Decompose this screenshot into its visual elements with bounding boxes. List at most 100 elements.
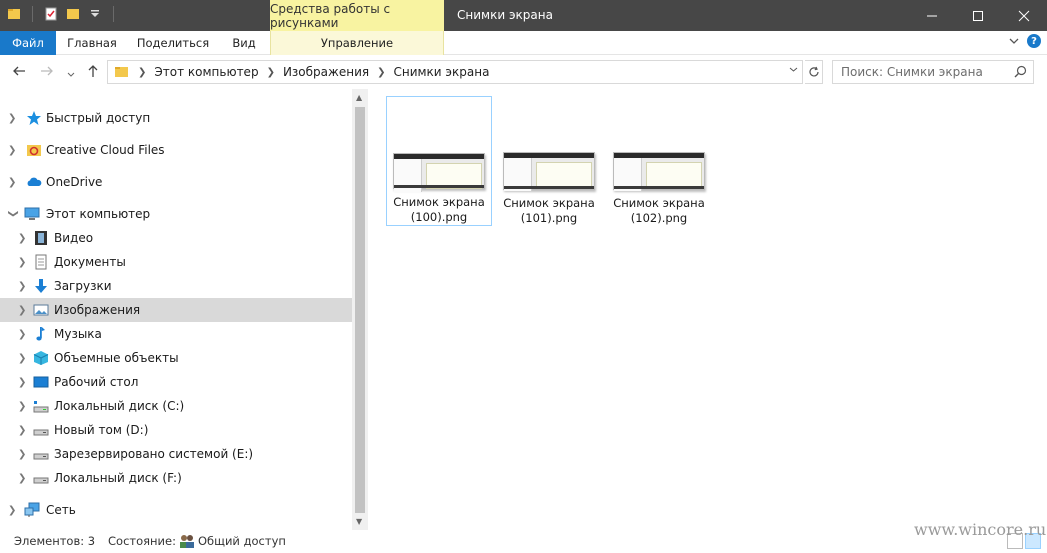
chevron-right-icon[interactable]: ❯ [18, 305, 28, 316]
chevron-right-icon[interactable]: ❯ [18, 329, 28, 340]
sidebar-item-documents[interactable]: ❯ Документы [0, 250, 352, 274]
cloud-icon [27, 177, 42, 186]
tab-view[interactable]: Вид [218, 31, 270, 55]
scroll-down-icon[interactable]: ▼ [356, 517, 362, 526]
folder-icon[interactable] [6, 6, 22, 22]
sidebar-item-pictures[interactable]: ❯ Изображения [0, 298, 352, 322]
chevron-right-icon[interactable]: ❯ [8, 145, 18, 156]
sidebar-item-this-pc[interactable]: ❯ Этот компьютер [0, 202, 352, 226]
sidebar-item-label: Новый том (D:) [54, 423, 149, 437]
sidebar-item-drive-e[interactable]: ❯ Зарезервировано системой (E:) [0, 442, 352, 466]
search-icon[interactable] [1014, 65, 1027, 81]
chevron-right-icon[interactable]: ❯ [18, 377, 28, 388]
up-button[interactable] [86, 64, 100, 82]
help-icon[interactable]: ? [1027, 34, 1041, 48]
address-bar[interactable]: ❯ Этот компьютер ❯ Изображения ❯ Снимки … [107, 60, 803, 84]
refresh-icon [808, 66, 819, 77]
expand-ribbon-icon[interactable] [1009, 36, 1019, 46]
pictures-icon [33, 304, 49, 316]
minimize-button[interactable] [909, 0, 955, 31]
file-name-line1: Снимок экрана [613, 196, 705, 210]
search-input[interactable] [841, 65, 1011, 79]
file-item[interactable]: Снимок экрана (101).png [496, 96, 602, 226]
sidebar-item-drive-d[interactable]: ❯ Новый том (D:) [0, 418, 352, 442]
breadcrumb-screenshots[interactable]: Снимки экрана [393, 65, 489, 79]
sidebar-item-drive-c[interactable]: ❯ Локальный диск (C:) [0, 394, 352, 418]
search-box[interactable] [832, 60, 1034, 84]
sidebar-item-creative-cloud[interactable]: ❯ Creative Cloud Files [0, 138, 352, 162]
chevron-right-icon[interactable]: ❯ [18, 401, 28, 412]
file-list: Снимок экрана (100).png Снимок экрана (1… [368, 89, 1047, 530]
sidebar-item-3d-objects[interactable]: ❯ Объемные объекты [0, 346, 352, 370]
sidebar-item-label: Видео [54, 231, 94, 245]
state-label: Состояние: [108, 534, 176, 548]
back-button[interactable] [12, 64, 26, 82]
chevron-right-icon[interactable]: ❯ [8, 177, 18, 188]
sidebar-item-music[interactable]: ❯ Музыка [0, 322, 352, 346]
quick-access-toolbar [6, 6, 118, 22]
scrollbar-thumb[interactable] [355, 107, 365, 513]
chevron-right-icon[interactable]: ❯ [18, 353, 28, 364]
sidebar-item-desktop[interactable]: ❯ Рабочий стол [0, 370, 352, 394]
new-folder-icon[interactable] [65, 6, 81, 22]
window-controls [909, 0, 1047, 31]
address-dropdown-button[interactable] [789, 65, 798, 77]
recent-locations-button[interactable] [67, 67, 75, 83]
drive-icon [33, 429, 49, 436]
sidebar-item-label: Музыка [54, 327, 102, 341]
sidebar-item-label: Объемные объекты [54, 351, 179, 365]
window-title: Снимки экрана [457, 8, 553, 22]
sidebar-item-quick-access[interactable]: ❯ Быстрый доступ [0, 106, 352, 130]
file-name-line2: (101).png [520, 211, 578, 225]
up-arrow-icon [88, 65, 98, 77]
chevron-right-icon[interactable]: ❯ [18, 257, 28, 268]
qat-separator-2 [113, 6, 114, 22]
breadcrumb-separator[interactable]: ❯ [377, 67, 385, 78]
navigation-scrollbar[interactable]: ▲ ▼ [352, 89, 368, 530]
customize-qat-icon[interactable] [87, 6, 103, 22]
close-icon [1018, 10, 1030, 21]
file-name: Снимок экрана (101).png [499, 196, 599, 226]
sidebar-item-label: Документы [54, 255, 126, 269]
chevron-right-icon[interactable]: ❯ [18, 233, 28, 244]
chevron-right-icon[interactable]: ❯ [18, 473, 28, 484]
file-item[interactable]: Снимок экрана (102).png [606, 96, 712, 226]
chevron-right-icon[interactable]: ❯ [8, 505, 18, 516]
scroll-up-icon[interactable]: ▲ [356, 93, 362, 102]
picture-tools-context-tab: Средства работы с рисунками [270, 0, 444, 31]
forward-button[interactable] [40, 64, 54, 82]
creative-cloud-icon [27, 145, 41, 156]
sidebar-item-onedrive[interactable]: ❯ OneDrive [0, 170, 352, 194]
sidebar-item-drive-f[interactable]: ❯ Локальный диск (F:) [0, 466, 352, 490]
chevron-right-icon[interactable]: ❯ [18, 449, 28, 460]
star-icon [27, 111, 41, 125]
breadcrumb-this-pc[interactable]: Этот компьютер [154, 65, 258, 79]
status-bar: Элементов: 3 Состояние: Общий доступ [0, 530, 1047, 553]
chevron-down-icon [67, 72, 75, 77]
sidebar-item-network[interactable]: ❯ Сеть [0, 498, 352, 522]
ribbon-right-controls: ? [1009, 34, 1041, 48]
properties-icon[interactable] [43, 6, 59, 22]
breadcrumb-separator[interactable]: ❯ [267, 67, 275, 78]
refresh-button[interactable] [805, 60, 823, 84]
tab-share[interactable]: Поделиться [128, 31, 218, 55]
tab-home[interactable]: Главная [56, 31, 128, 55]
chevron-right-icon[interactable]: ❯ [18, 425, 28, 436]
breadcrumb-separator[interactable]: ❯ [138, 67, 146, 78]
file-name: Снимок экрана (100).png [389, 195, 489, 225]
maximize-button[interactable] [955, 0, 1001, 31]
sidebar-item-video[interactable]: ❯ Видео [0, 226, 352, 250]
sidebar-item-downloads[interactable]: ❯ Загрузки [0, 274, 352, 298]
file-name: Снимок экрана (102).png [609, 196, 709, 226]
breadcrumb-pictures[interactable]: Изображения [283, 65, 369, 79]
sidebar-item-label: Creative Cloud Files [46, 143, 165, 157]
tab-file[interactable]: Файл [0, 31, 56, 55]
chevron-right-icon[interactable]: ❯ [8, 113, 18, 124]
tab-manage[interactable]: Управление [270, 31, 444, 55]
close-button[interactable] [1001, 0, 1047, 31]
chevron-right-icon[interactable]: ❯ [18, 281, 28, 292]
file-name-line1: Снимок экрана [393, 195, 485, 209]
chevron-down-icon[interactable]: ❯ [8, 209, 19, 219]
sidebar-item-label: Зарезервировано системой (E:) [54, 447, 254, 461]
file-item[interactable]: Снимок экрана (100).png [386, 96, 492, 226]
